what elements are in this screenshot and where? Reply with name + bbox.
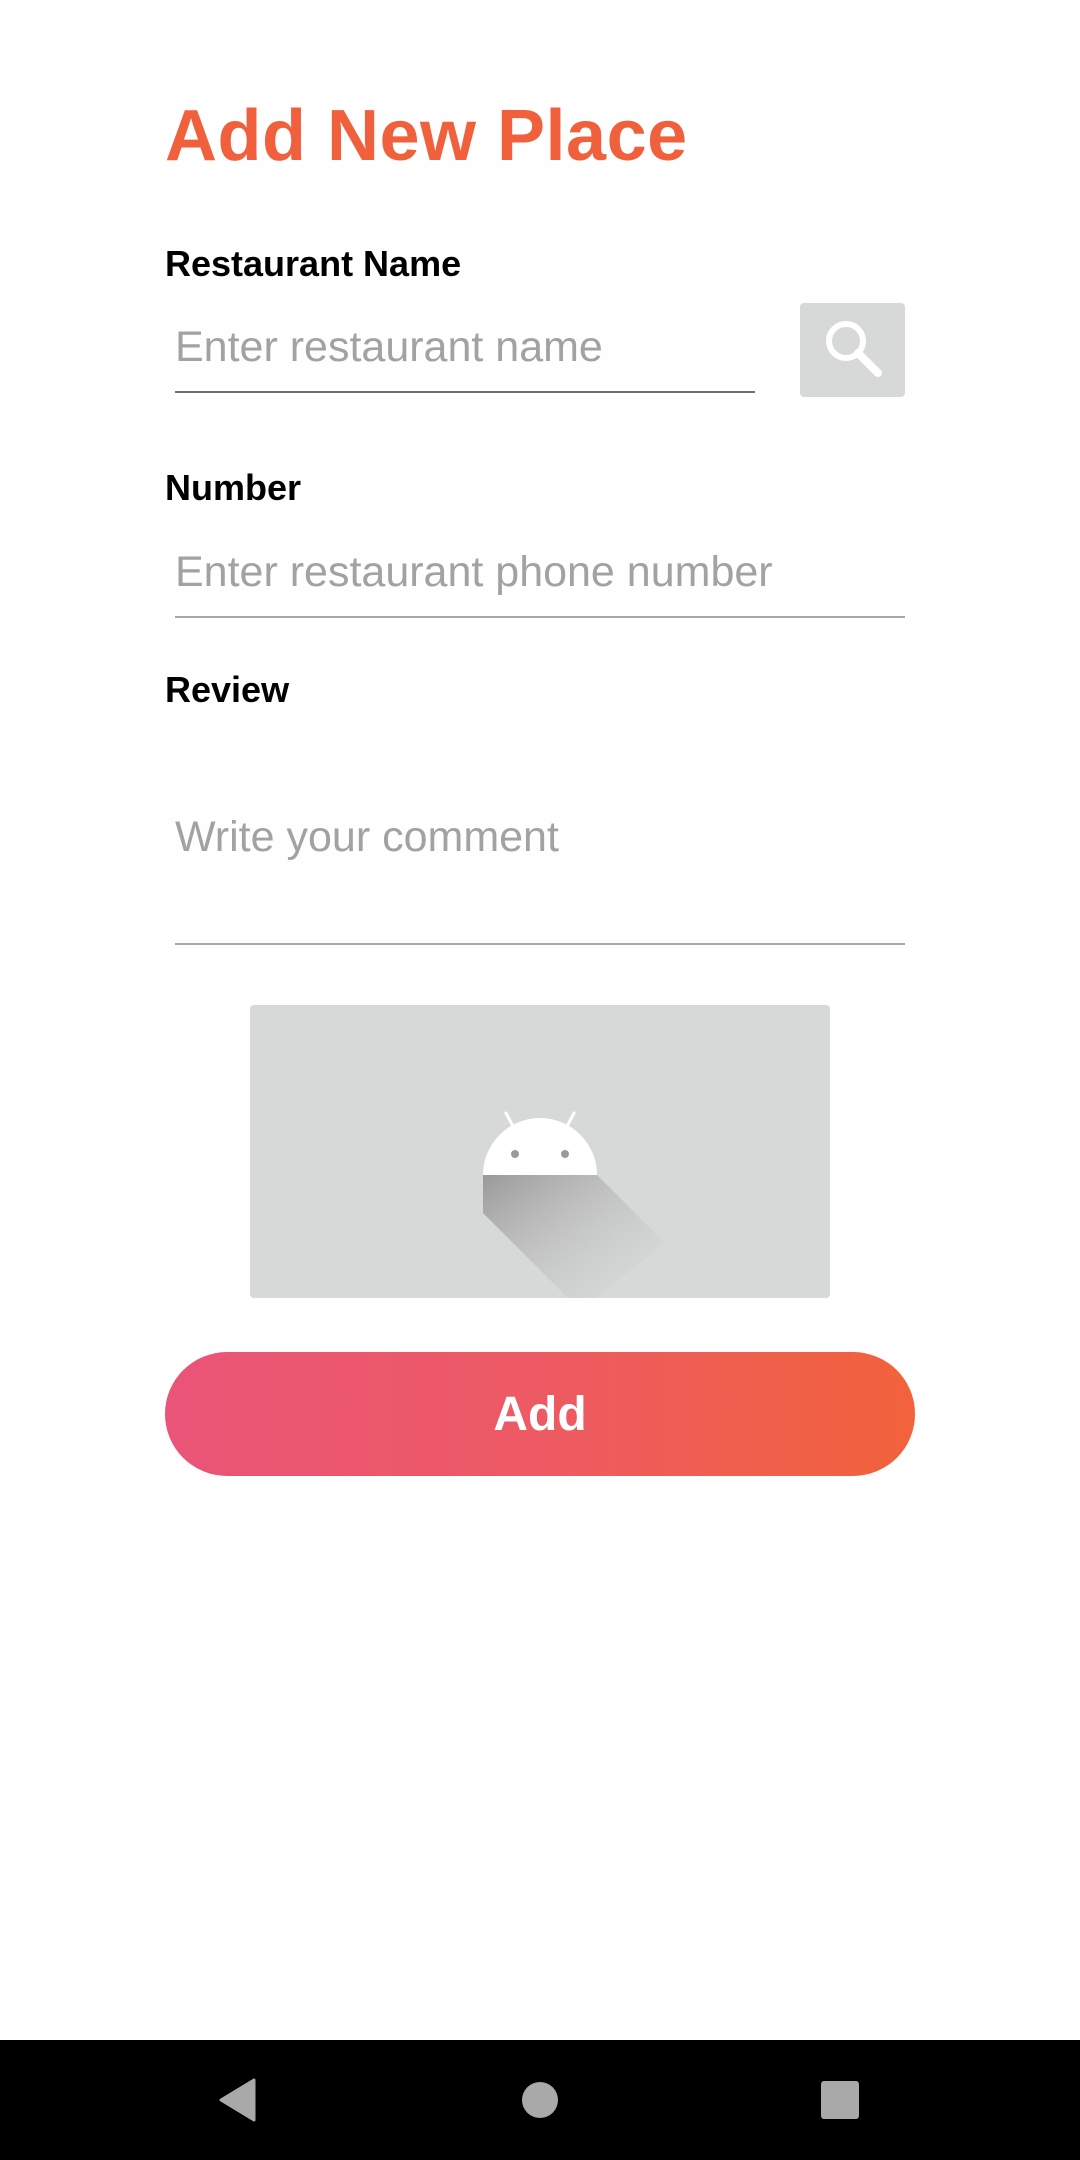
nav-back-button[interactable] — [178, 2040, 298, 2160]
restaurant-name-label: Restaurant Name — [165, 243, 462, 284]
restaurant-name-input[interactable] — [175, 315, 755, 393]
phone-number-input[interactable] — [175, 540, 905, 618]
search-icon — [821, 316, 885, 385]
search-button[interactable] — [800, 303, 905, 397]
circle-home-icon — [522, 2082, 558, 2118]
triangle-back-icon — [219, 2078, 256, 2122]
review-label: Review — [165, 669, 290, 710]
add-place-screen: Add New Place Restaurant Name Number Rev… — [0, 0, 1080, 2160]
nav-home-button[interactable] — [480, 2040, 600, 2160]
number-label: Number — [165, 467, 302, 508]
review-textarea[interactable] — [175, 770, 905, 945]
square-recents-icon — [821, 2081, 859, 2119]
android-icon — [483, 1111, 665, 1298]
add-button[interactable]: Add — [165, 1352, 915, 1476]
page-title: Add New Place — [165, 96, 688, 176]
image-picker[interactable] — [250, 1005, 830, 1298]
add-button-label: Add — [493, 1387, 587, 1441]
nav-recents-button[interactable] — [780, 2040, 900, 2160]
system-nav-bar — [0, 2040, 1080, 2160]
